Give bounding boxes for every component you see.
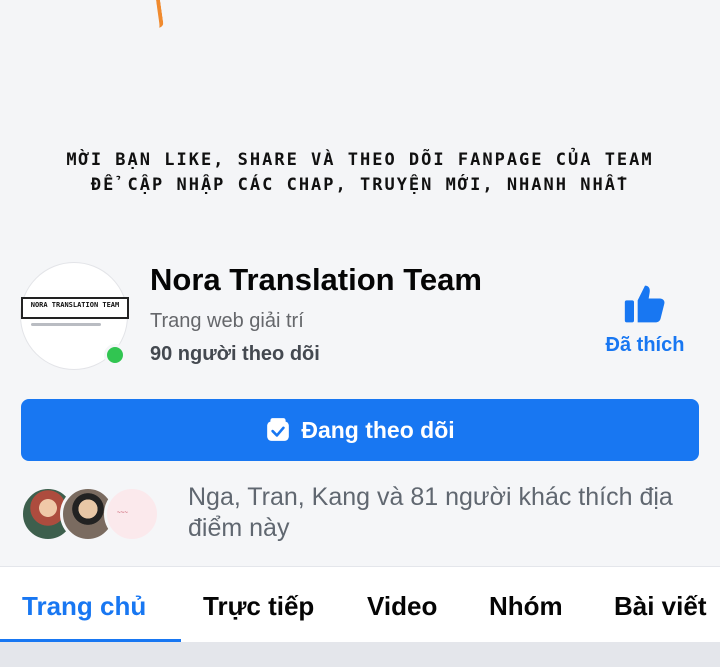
liked-label: Đã thích <box>605 334 685 356</box>
following-button[interactable]: Đang theo dõi <box>21 399 699 461</box>
page-tabs: Trang chủ Trực tiếp Video Nhóm Bài viết <box>0 566 720 643</box>
promo-banner-text: Mời bạn like, share và theo dõi fanpage … <box>20 148 700 198</box>
friend-avatar: ~~~ <box>104 486 160 542</box>
page-logo: NORA TRANSLATION TEAM <box>21 297 129 319</box>
tab-live[interactable]: Trực tiếp <box>203 591 314 622</box>
tab-posts[interactable]: Bài viết <box>614 591 707 622</box>
following-check-icon <box>267 418 290 441</box>
page-category: Trang web giải trí <box>150 310 304 332</box>
following-label: Đang theo dõi <box>301 416 455 443</box>
follower-count: 90 người theo dõi <box>150 343 320 365</box>
tab-home[interactable]: Trang chủ <box>22 591 146 622</box>
page-logo-text: NORA TRANSLATION TEAM <box>30 301 120 309</box>
decorative-brush-stroke <box>150 0 164 29</box>
tab-video[interactable]: Video <box>367 591 437 622</box>
promo-line-2: để cập nhập các chap, truyện mới, nhanh … <box>90 175 630 195</box>
thumbs-up-icon <box>624 285 665 323</box>
friend-avatar-scribble: ~~~ <box>117 509 128 516</box>
page-name[interactable]: Nora Translation Team <box>150 262 482 298</box>
friends-like-text[interactable]: Nga, Tran, Kang và 81 người khác thích đ… <box>188 482 698 544</box>
bottom-divider <box>0 642 720 667</box>
tab-groups[interactable]: Nhóm <box>489 591 563 622</box>
promo-line-1: Mời bạn like, share và theo dõi fanpage … <box>66 150 654 170</box>
friend-avatars[interactable]: ~~~ <box>20 486 170 542</box>
header-banner-area: Mời bạn like, share và theo dõi fanpage … <box>0 0 720 250</box>
liked-button[interactable]: Đã thích <box>590 282 700 357</box>
page-logo-underline <box>31 323 101 326</box>
online-status-dot <box>104 344 126 366</box>
